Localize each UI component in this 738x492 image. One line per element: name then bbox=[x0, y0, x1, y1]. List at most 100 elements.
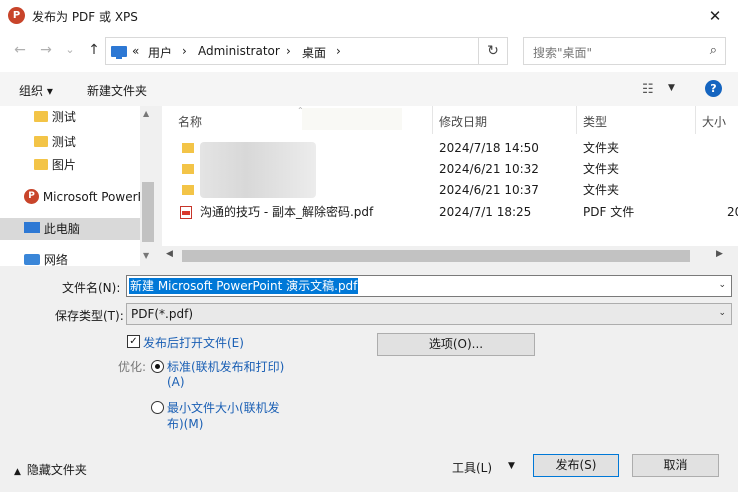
cancel-button[interactable]: 取消 bbox=[632, 454, 719, 477]
radio-standard-label[interactable]: 标准(联机发布和打印) bbox=[167, 358, 284, 375]
sidebar-item-label: 网络 bbox=[43, 253, 68, 266]
open-after-publish-label[interactable]: 发布后打开文件(E) bbox=[143, 334, 244, 351]
arrow-left-icon: ← bbox=[14, 42, 26, 58]
file-type: 文件夹 bbox=[583, 183, 620, 197]
sidebar-item-test1[interactable]: 测试 bbox=[0, 106, 140, 128]
organize-menu[interactable]: 组织 ▾ bbox=[19, 82, 53, 99]
pdf-file-icon bbox=[180, 206, 192, 219]
column-header-date[interactable]: 修改日期 bbox=[439, 113, 487, 130]
sidebar-item-label: 图片 bbox=[51, 158, 76, 172]
breadcrumb-separator[interactable]: › bbox=[182, 44, 187, 58]
help-icon[interactable]: ? bbox=[705, 80, 722, 97]
recent-locations-button[interactable]: ⌄ bbox=[60, 43, 80, 56]
address-bar[interactable]: « 用户 › Administrator › 桌面 › ▾ bbox=[105, 37, 566, 65]
file-date: 2024/6/21 10:32 bbox=[439, 162, 539, 176]
close-icon: ✕ bbox=[708, 7, 722, 25]
column-header-name[interactable]: 名称 bbox=[178, 113, 202, 130]
options-button[interactable]: 选项(O)... bbox=[377, 333, 535, 356]
sidebar-item-powerpoint[interactable]: P Microsoft PowerPoint bbox=[0, 186, 140, 208]
breadcrumb-users[interactable]: 用户 bbox=[148, 44, 172, 61]
check-icon: ✓ bbox=[129, 336, 138, 347]
radio-minimum-size-label[interactable]: 最小文件大小(联机发 bbox=[167, 399, 280, 416]
sidebar-item-label: Microsoft PowerPoint bbox=[42, 190, 140, 204]
radio-minimum-size[interactable] bbox=[151, 401, 164, 414]
table-row[interactable]: 2024/7/18 14:50 文件夹 bbox=[162, 138, 738, 159]
file-date: 2024/7/18 14:50 bbox=[439, 141, 539, 155]
table-row[interactable]: 沟通的技巧 - 副本_解除密码.pdf 2024/7/1 18:25 PDF 文… bbox=[162, 202, 738, 223]
scroll-left-icon[interactable]: ◀ bbox=[166, 249, 173, 259]
column-divider[interactable] bbox=[576, 106, 577, 134]
close-button[interactable]: ✕ bbox=[692, 0, 738, 32]
sort-caret-icon: ⌃ bbox=[297, 106, 304, 115]
command-toolbar: 组织 ▾ 新建文件夹 ☷ ▼ ? bbox=[0, 72, 738, 106]
file-size: 20 bbox=[727, 205, 738, 219]
sidebar-item-label: 测试 bbox=[51, 110, 76, 124]
publish-button[interactable]: 发布(S) bbox=[533, 454, 619, 477]
sidebar-item-network[interactable]: 网络 bbox=[0, 249, 140, 266]
table-row[interactable]: 2024/6/21 10:37 文件夹 bbox=[162, 180, 738, 201]
view-options-icon[interactable]: ☷ bbox=[642, 82, 654, 97]
breadcrumb-desktop[interactable]: 桌面 bbox=[302, 44, 326, 61]
forward-button[interactable]: → bbox=[36, 42, 56, 58]
title-bar: P 发布为 PDF 或 XPS ✕ bbox=[0, 0, 738, 32]
file-date: 2024/7/1 18:25 bbox=[439, 205, 532, 219]
chevron-down-icon: ⌄ bbox=[65, 43, 75, 56]
optimize-label: 优化: bbox=[118, 360, 147, 374]
column-divider[interactable] bbox=[695, 106, 696, 134]
filetype-select[interactable]: PDF(*.pdf) ⌄ bbox=[126, 303, 732, 325]
blurred-region bbox=[302, 108, 402, 130]
new-folder-button[interactable]: 新建文件夹 bbox=[87, 82, 147, 99]
column-header-type[interactable]: 类型 bbox=[583, 113, 607, 130]
sidebar-item-label: 此电脑 bbox=[43, 222, 80, 236]
column-divider[interactable] bbox=[432, 106, 433, 134]
window-title: 发布为 PDF 或 XPS bbox=[32, 10, 138, 24]
filename-value: 新建 Microsoft PowerPoint 演示文稿.pdf bbox=[129, 278, 359, 294]
horizontal-scrollbar[interactable]: ◀ ▶ bbox=[162, 246, 738, 266]
search-input[interactable]: 搜索"桌面" ⌕ bbox=[523, 37, 726, 65]
file-date: 2024/6/21 10:37 bbox=[439, 183, 539, 197]
table-row[interactable]: 2024/6/21 10:32 文件夹 bbox=[162, 159, 738, 180]
scroll-right-icon[interactable]: ▶ bbox=[716, 249, 723, 259]
file-list: ⌃ 名称 修改日期 类型 大小 2024/7/18 14:50 文件夹 2024… bbox=[162, 106, 738, 266]
radio-minimum-size-label-hotkey[interactable]: 布)(M) bbox=[167, 415, 203, 432]
open-after-publish-checkbox[interactable]: ✓ bbox=[127, 335, 140, 348]
scroll-down-icon[interactable]: ▼ bbox=[143, 251, 149, 260]
file-type: 文件夹 bbox=[583, 141, 620, 155]
chevron-down-icon[interactable]: ⌄ bbox=[718, 280, 726, 290]
folder-icon bbox=[34, 136, 48, 147]
navigation-pane-scrollbar[interactable]: ▲ ▼ bbox=[140, 106, 156, 266]
breadcrumb-separator[interactable]: › bbox=[336, 44, 341, 58]
tools-dropdown-icon[interactable]: ▼ bbox=[508, 461, 515, 471]
view-dropdown-icon[interactable]: ▼ bbox=[668, 83, 675, 93]
sidebar-item-this-pc[interactable]: 此电脑 bbox=[0, 218, 140, 240]
sidebar-item-pictures[interactable]: 图片 bbox=[0, 154, 140, 176]
column-header-size[interactable]: 大小 bbox=[702, 113, 726, 130]
chevron-down-icon: ⌄ bbox=[718, 308, 726, 318]
sidebar-item-test2[interactable]: 测试 bbox=[0, 131, 140, 153]
breadcrumb-administrator[interactable]: Administrator bbox=[198, 44, 280, 58]
up-button[interactable]: ↑ bbox=[84, 42, 104, 58]
folder-icon bbox=[182, 185, 194, 195]
computer-icon bbox=[111, 46, 127, 59]
sidebar-item-label: 测试 bbox=[51, 135, 76, 149]
breadcrumb-separator[interactable]: › bbox=[286, 44, 291, 58]
scrollbar-thumb[interactable] bbox=[182, 250, 690, 262]
hide-folders-button[interactable]: ▲ 隐藏文件夹 bbox=[14, 461, 87, 478]
hide-folders-label: 隐藏文件夹 bbox=[26, 463, 87, 477]
tools-menu[interactable]: 工具(L) bbox=[452, 459, 492, 476]
navigation-pane: 测试 测试 图片 P Microsoft PowerPoint 此电脑 网络 ▲… bbox=[0, 106, 156, 266]
folder-icon bbox=[34, 159, 48, 170]
scrollbar-thumb[interactable] bbox=[142, 182, 154, 242]
navigation-bar: ← → ⌄ ↑ « 用户 › Administrator › 桌面 › ▾ ↻ … bbox=[0, 32, 738, 72]
folder-icon bbox=[182, 164, 194, 174]
arrow-right-icon: → bbox=[40, 42, 52, 58]
radio-standard[interactable] bbox=[151, 360, 164, 373]
powerpoint-icon: P bbox=[24, 189, 39, 204]
back-button[interactable]: ← bbox=[10, 42, 30, 58]
breadcrumb-overflow[interactable]: « bbox=[132, 44, 139, 58]
filename-field[interactable]: 新建 Microsoft PowerPoint 演示文稿.pdf ⌄ bbox=[126, 275, 732, 297]
refresh-button[interactable]: ↻ bbox=[478, 37, 508, 65]
search-placeholder: 搜索"桌面" bbox=[533, 46, 593, 60]
radio-standard-label-hotkey[interactable]: (A) bbox=[167, 375, 185, 389]
scroll-up-icon[interactable]: ▲ bbox=[143, 109, 149, 118]
